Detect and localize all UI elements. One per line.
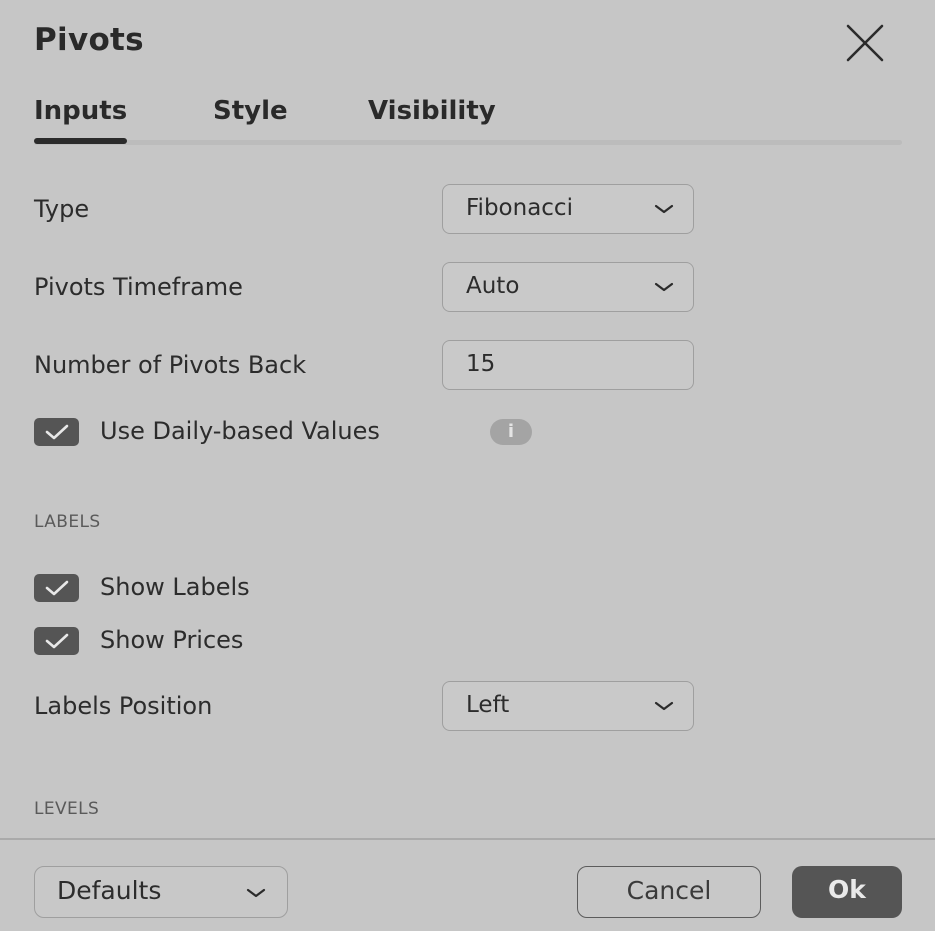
cancel-button[interactable]: Cancel (577, 866, 761, 918)
tab-style[interactable]: Style (213, 96, 288, 126)
timeframe-select[interactable]: Auto (442, 262, 694, 312)
show-labels-label[interactable]: Show Labels (100, 573, 250, 601)
ok-button[interactable]: Ok (792, 866, 902, 918)
close-icon (846, 24, 884, 62)
chevron-down-icon (654, 282, 674, 292)
chevron-down-icon (654, 204, 674, 214)
defaults-button[interactable]: Defaults (34, 866, 288, 918)
pivots-back-value: 15 (466, 351, 496, 377)
type-select[interactable]: Fibonacci (442, 184, 694, 234)
daily-values-label[interactable]: Use Daily-based Values (100, 417, 380, 445)
daily-values-checkbox[interactable] (34, 418, 79, 446)
show-prices-label[interactable]: Show Prices (100, 626, 243, 654)
levels-section-heading: LEVELS (34, 799, 100, 819)
pivots-settings-dialog: Pivots Inputs Style Visibility Type Fibo… (0, 0, 935, 931)
pivots-back-input[interactable]: 15 (442, 340, 694, 390)
show-prices-checkbox[interactable] (34, 627, 79, 655)
chevron-down-icon (654, 701, 674, 711)
labels-section-heading: LABELS (34, 512, 101, 532)
tab-visibility[interactable]: Visibility (368, 96, 496, 126)
dialog-title: Pivots (34, 22, 144, 58)
show-labels-checkbox[interactable] (34, 574, 79, 602)
footer-divider (0, 838, 935, 840)
check-icon (45, 580, 69, 596)
timeframe-label: Pivots Timeframe (34, 273, 243, 301)
check-icon (45, 633, 69, 649)
labels-position-value: Left (466, 692, 510, 718)
timeframe-select-value: Auto (466, 273, 520, 299)
info-icon[interactable]: i (490, 419, 532, 445)
tab-bar: Inputs Style Visibility (34, 90, 902, 146)
tab-inputs[interactable]: Inputs (34, 96, 128, 144)
labels-position-label: Labels Position (34, 692, 213, 720)
close-button[interactable] (842, 22, 888, 64)
type-label: Type (34, 195, 90, 223)
labels-position-select[interactable]: Left (442, 681, 694, 731)
pivots-back-label: Number of Pivots Back (34, 351, 307, 379)
tab-bar-divider (34, 140, 902, 145)
check-icon (45, 424, 69, 440)
type-select-value: Fibonacci (466, 195, 573, 221)
defaults-button-label: Defaults (57, 876, 162, 905)
chevron-down-icon (246, 888, 266, 898)
